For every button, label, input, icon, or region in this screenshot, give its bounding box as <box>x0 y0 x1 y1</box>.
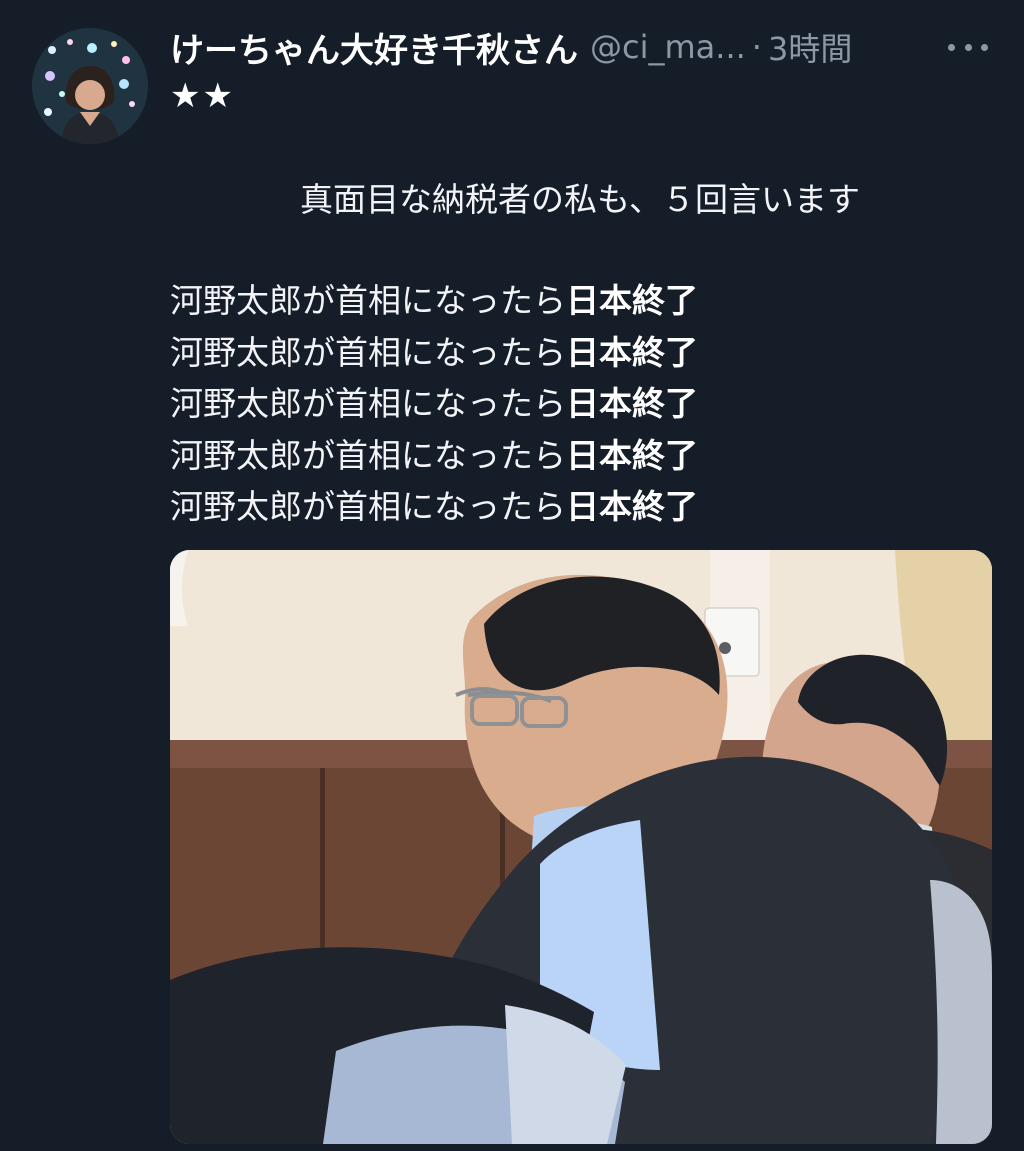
tweet-line-emphasis: 日本終了 <box>566 281 698 320</box>
tweet-line-emphasis: 日本終了 <box>566 435 698 475</box>
avatar[interactable] <box>32 28 148 144</box>
more-options-dot-1 <box>948 43 955 51</box>
more-options-dot-2 <box>964 43 972 51</box>
tweet-line-emphasis: 日本終了 <box>566 487 698 526</box>
tweet-line-prefix: 河野太郎が首相になったら <box>170 435 566 475</box>
tweet-line-prefix: 河野太郎が首相になったら <box>170 487 566 526</box>
tweet-media-image[interactable] <box>170 550 992 1144</box>
tweet-header: けーちゃん大好き千秋さん @ci_ma... · 3時間 <box>170 22 994 72</box>
tweet-line-prefix: 河野太郎が首相になったら <box>170 332 566 372</box>
tweet-card: けーちゃん大好き千秋さん @ci_ma... · 3時間 ★★ 真面目な納税者の… <box>0 0 1024 1151</box>
tweet-line-emphasis: 日本終了 <box>566 332 698 372</box>
tweet-line-prefix: 河野太郎が首相になったら <box>170 281 566 320</box>
tweet-line-4: 河野太郎が首相になったら日本終了 <box>170 430 990 482</box>
tweet-lines: 河野太郎が首相になったら日本終了 河野太郎が首相になったら日本終了 河野太郎が首… <box>170 275 990 533</box>
profile-stars: ★★ <box>170 76 235 116</box>
timestamp[interactable]: 3時間 <box>768 24 852 70</box>
display-name[interactable]: けーちゃん大好き千秋さん <box>170 23 578 72</box>
tweet-intro-text: 真面目な納税者の私も、５回言います <box>299 180 860 219</box>
media-photo <box>170 550 992 1144</box>
tweet-line-3: 河野太郎が首相になったら日本終了 <box>170 378 990 430</box>
tweet-line-1: 河野太郎が首相になったら日本終了 <box>170 275 990 327</box>
tweet-line-prefix: 河野太郎が首相になったら <box>170 384 566 423</box>
more-options-dot-3 <box>981 43 988 51</box>
separator-dot: · <box>751 28 762 66</box>
tweet-line-2: 河野太郎が首相になったら日本終了 <box>170 327 990 379</box>
tweet-line-emphasis: 日本終了 <box>566 384 698 423</box>
avatar-image <box>32 28 148 144</box>
more-options-icon[interactable] <box>948 32 988 62</box>
tweet-line-5: 河野太郎が首相になったら日本終了 <box>170 481 990 533</box>
user-handle[interactable]: @ci_ma... <box>590 28 746 66</box>
